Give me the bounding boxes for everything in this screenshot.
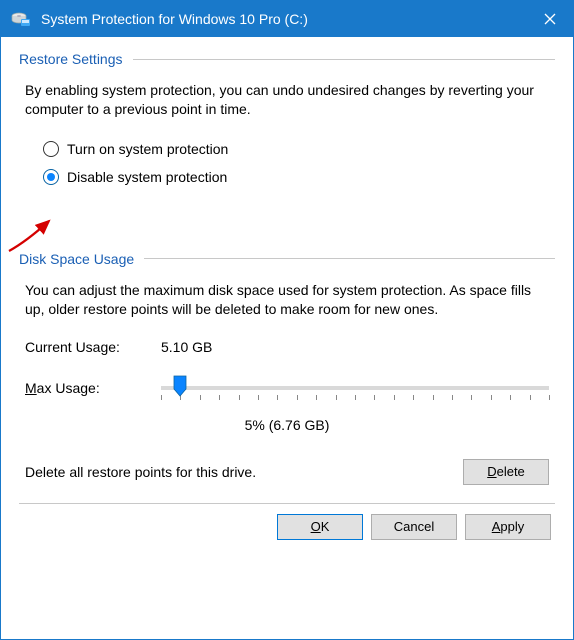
divider [19, 503, 555, 504]
radio-label: Disable system protection [67, 169, 227, 185]
delete-button[interactable]: Delete [463, 459, 549, 485]
radio-disable[interactable]: Disable system protection [43, 169, 555, 185]
drive-icon [11, 11, 31, 27]
delete-row: Delete all restore points for this drive… [25, 459, 549, 485]
apply-button[interactable]: Apply [465, 514, 551, 540]
divider [144, 258, 555, 259]
radio-turn-on[interactable]: Turn on system protection [43, 141, 555, 157]
slider-thumb-icon [173, 375, 187, 397]
current-usage-value: 5.10 GB [161, 339, 212, 355]
slider-caption: 5% (6.76 GB) [19, 417, 555, 433]
close-icon [544, 13, 556, 25]
slider-track [161, 386, 549, 390]
system-protection-dialog: System Protection for Windows 10 Pro (C:… [0, 0, 574, 640]
radio-icon [43, 141, 59, 157]
disk-space-header: Disk Space Usage [19, 251, 555, 267]
dialog-body: Restore Settings By enabling system prot… [1, 37, 573, 639]
current-usage-row: Current Usage: 5.10 GB [25, 339, 549, 355]
max-usage-label: Max Usage: [25, 380, 161, 396]
protection-radio-group: Turn on system protection Disable system… [43, 133, 555, 197]
ok-button[interactable]: OK [277, 514, 363, 540]
disk-description: You can adjust the maximum disk space us… [25, 281, 549, 319]
max-usage-row: Max Usage: [25, 373, 549, 403]
radio-icon [43, 169, 59, 185]
titlebar: System Protection for Windows 10 Pro (C:… [1, 1, 573, 37]
divider [133, 59, 556, 60]
close-button[interactable] [527, 1, 573, 37]
cancel-button[interactable]: Cancel [371, 514, 457, 540]
restore-description: By enabling system protection, you can u… [25, 81, 549, 119]
window-title: System Protection for Windows 10 Pro (C:… [41, 11, 527, 27]
restore-settings-header: Restore Settings [19, 51, 555, 67]
radio-label: Turn on system protection [67, 141, 228, 157]
action-buttons: OK Cancel Apply [19, 514, 555, 540]
delete-description: Delete all restore points for this drive… [25, 464, 463, 480]
slider-ticks [161, 395, 549, 401]
current-usage-label: Current Usage: [25, 339, 161, 355]
max-usage-slider[interactable] [161, 373, 549, 403]
